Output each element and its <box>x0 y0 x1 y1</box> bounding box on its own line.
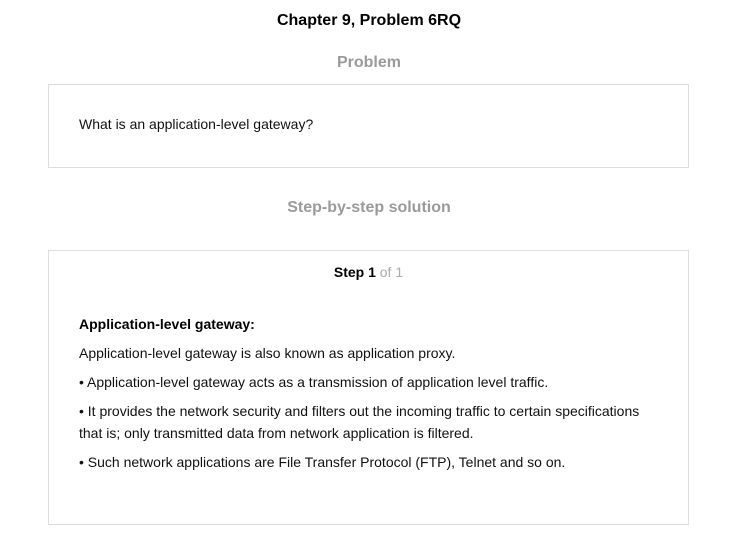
step-body: Application-level gateway: Application-l… <box>79 313 664 480</box>
step-paragraph: Application-level gateway is also known … <box>79 345 456 361</box>
step-label: Step 1 <box>333 264 376 280</box>
step-bullet: • Such network applications are File Tra… <box>79 454 566 470</box>
chapter-title: Chapter 9, Problem 6RQ <box>276 12 462 29</box>
problem-card: What is an application-level gateway? <box>48 84 689 168</box>
step-bullet: • Application-level gateway acts as a tr… <box>79 374 549 390</box>
page: Chapter 9, Problem 6RQ Problem What is a… <box>0 0 738 551</box>
solution-card: Step 1 of 1 Application-level gateway: A… <box>48 250 689 525</box>
problem-heading: Problem <box>336 54 401 71</box>
solution-heading: Step-by-step solution <box>287 199 451 216</box>
step-header: Step 1 of 1 <box>49 264 688 280</box>
step-bullet: • It provides the network security and f… <box>79 403 640 441</box>
problem-text: What is an application-level gateway? <box>79 116 314 132</box>
step-count: of 1 <box>379 264 404 280</box>
step-title: Application-level gateway: <box>79 316 255 332</box>
